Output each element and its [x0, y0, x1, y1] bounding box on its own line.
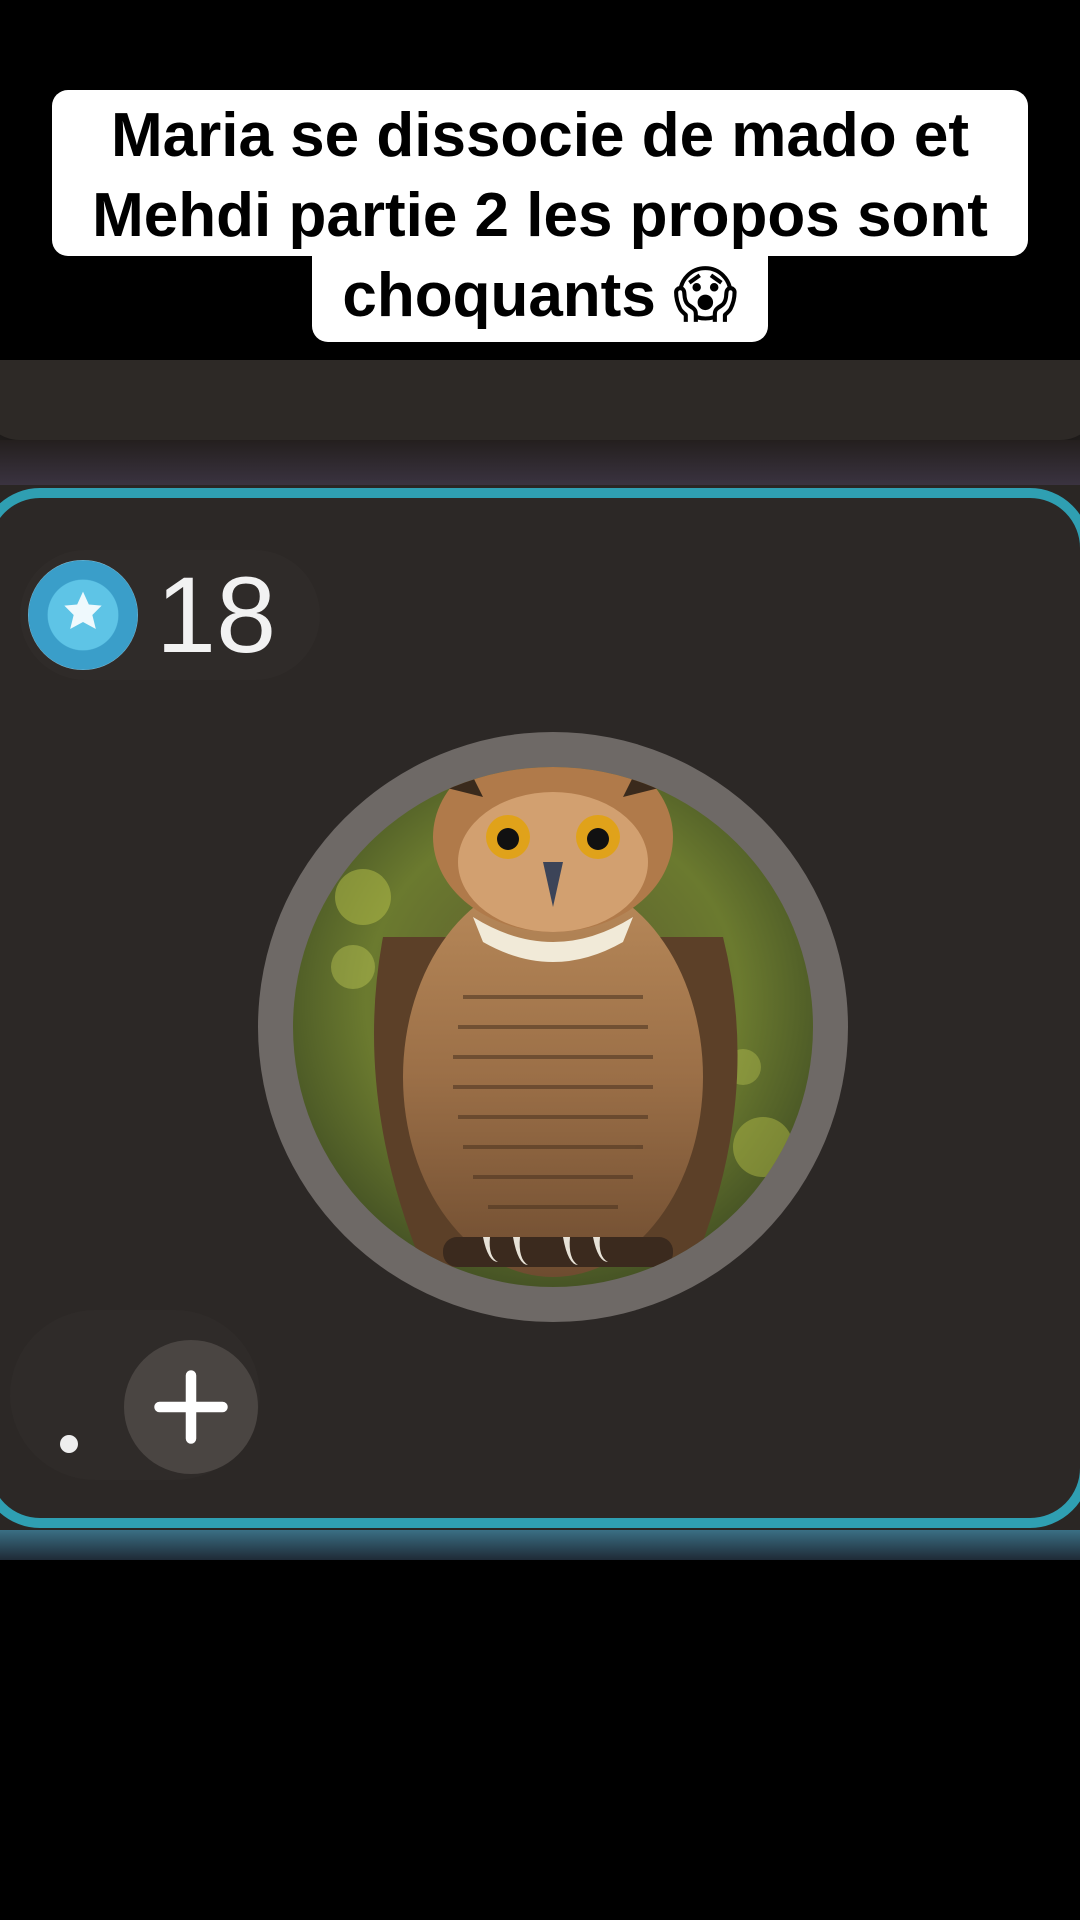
video-frame: 00:00 2UI:000 18	[0, 360, 1080, 1560]
star-badge-icon	[28, 560, 138, 670]
card-separator	[0, 440, 1080, 485]
caption-line-3: choquants 😱	[312, 250, 768, 342]
add-button[interactable]	[124, 1340, 258, 1474]
level-badge: 18	[20, 550, 320, 680]
plus-icon	[154, 1370, 228, 1444]
owl-avatar[interactable]	[293, 767, 813, 1287]
previous-card-text: 00:00 2UI:000	[60, 360, 815, 375]
owl-image	[293, 767, 813, 1287]
level-number: 18	[156, 554, 277, 675]
caption-line-2: Mehdi partie 2 les propos sont	[52, 176, 1028, 256]
avatar-ring[interactable]	[258, 732, 848, 1322]
indicator-dot	[60, 1435, 78, 1453]
previous-card: 00:00 2UI:000	[0, 360, 1080, 440]
video-caption: Maria se dissocie de mado et Mehdi parti…	[0, 90, 1080, 342]
caption-line-1: Maria se dissocie de mado et	[52, 90, 1028, 176]
card-bottom-edge	[0, 1530, 1080, 1560]
